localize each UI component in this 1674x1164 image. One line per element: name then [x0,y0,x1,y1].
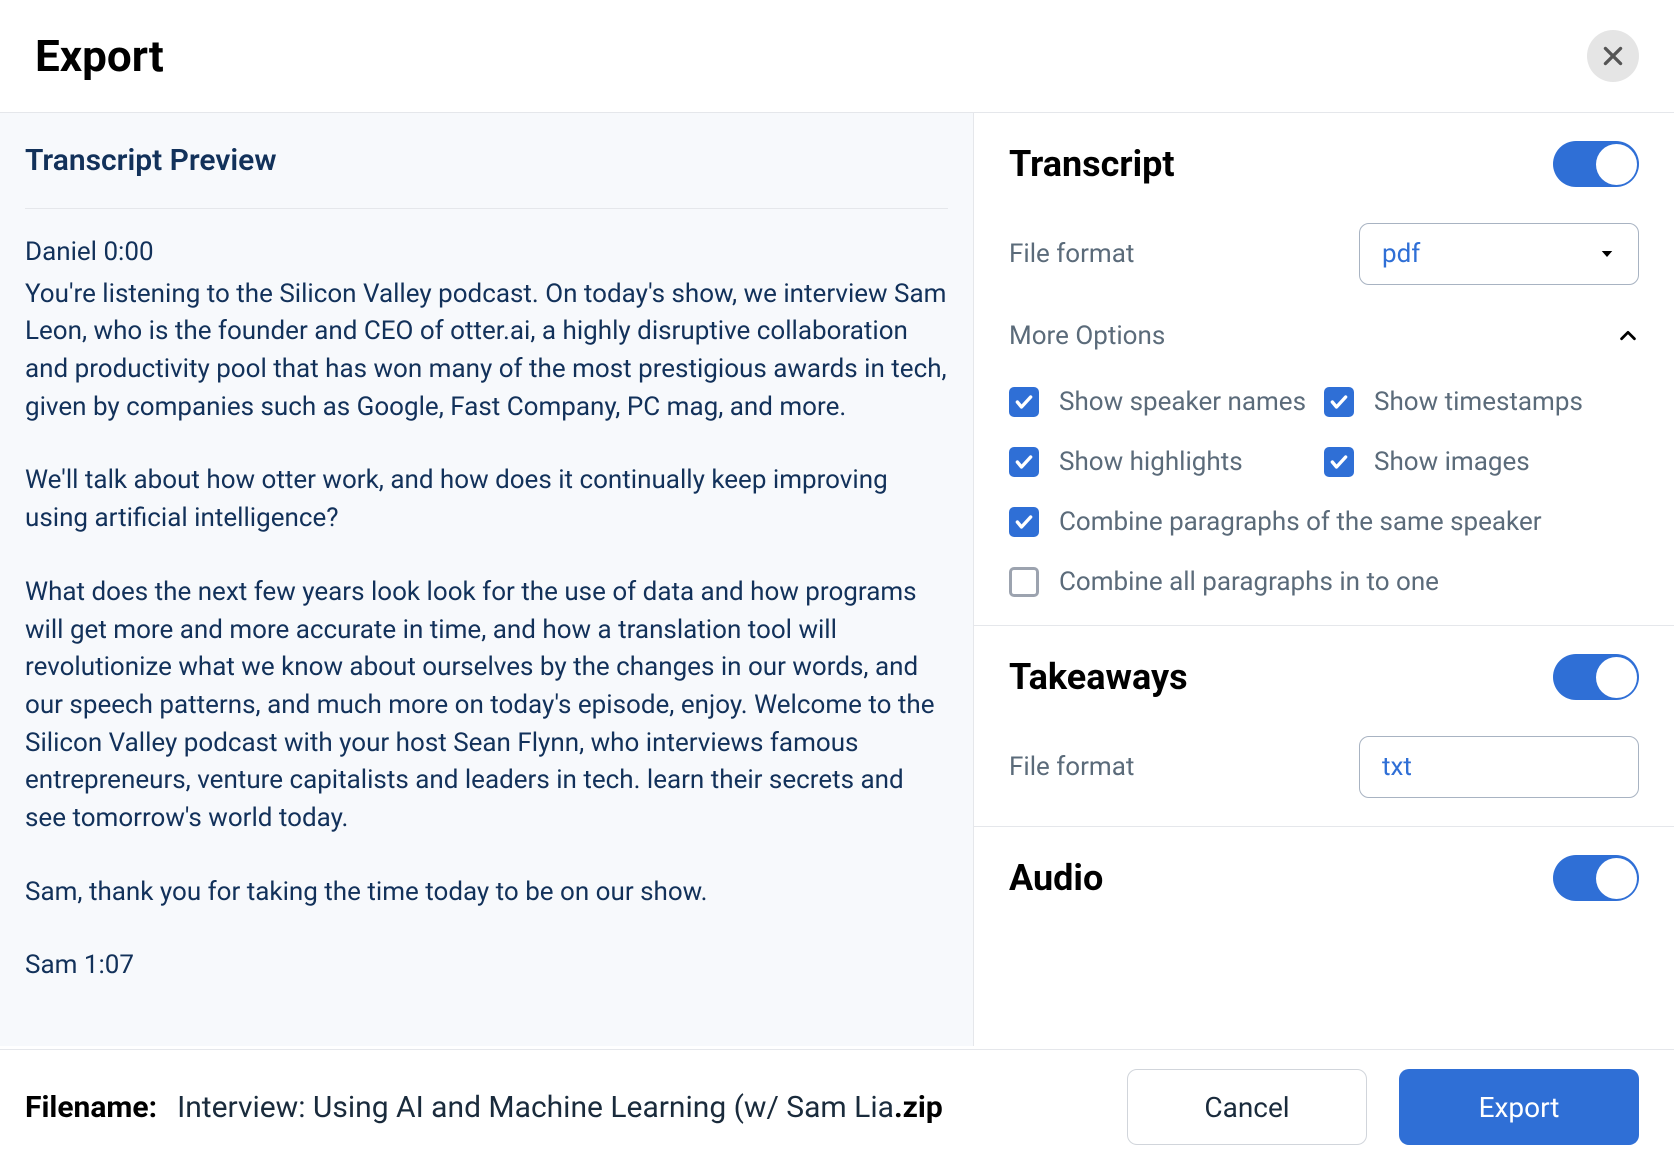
file-format-row: File format txt [1009,736,1639,798]
filename-group: Filename: Interview: Using AI and Machin… [25,1090,943,1125]
option-show-images[interactable]: Show images [1324,447,1639,477]
select-value: txt [1382,752,1412,782]
more-options-toggle[interactable]: More Options [1009,321,1639,351]
audio-section: Audio [974,827,1674,929]
checkbox-label: Show speaker names [1059,387,1306,417]
footer-buttons: Cancel Export [1127,1069,1639,1145]
preview-title: Transcript Preview [25,143,948,209]
chevron-up-icon [1617,325,1639,347]
dialog-content: Transcript Preview Daniel 0:00 You're li… [0,113,1674,1046]
transcript-section-title: Transcript [1009,143,1175,185]
checkbox-checked-icon [1324,387,1354,417]
select-value: pdf [1382,239,1420,269]
close-button[interactable] [1587,30,1639,82]
option-show-speaker-names[interactable]: Show speaker names [1009,387,1324,417]
checkbox-label: Show highlights [1059,447,1243,477]
checkbox-label: Combine all paragraphs in to one [1059,567,1439,597]
dialog-header: Export [0,0,1674,113]
takeaways-file-format-select[interactable]: txt [1359,736,1639,798]
caret-down-icon [1598,245,1616,263]
checkbox-checked-icon [1009,387,1039,417]
filename-input[interactable]: Interview: Using AI and Machine Learning… [177,1090,943,1125]
option-show-timestamps[interactable]: Show timestamps [1324,387,1639,417]
takeaways-section-title: Takeaways [1009,656,1188,698]
takeaways-toggle[interactable] [1553,654,1639,700]
takeaways-section: Takeaways File format txt [974,626,1674,827]
checkbox-label: Show images [1374,447,1530,477]
more-options-label: More Options [1009,321,1165,351]
filename-label: Filename: [25,1090,157,1125]
speaker-timestamp: Daniel 0:00 [25,234,948,272]
transcript-body: Daniel 0:00 You're listening to the Sili… [25,234,948,985]
section-header: Transcript [1009,141,1639,187]
export-options-panel: Transcript File format pdf More Options [974,113,1674,1046]
option-show-highlights[interactable]: Show highlights [1009,447,1324,477]
checkbox-label: Show timestamps [1374,387,1583,417]
checkbox-unchecked-icon [1009,567,1039,597]
dialog-footer: Filename: Interview: Using AI and Machin… [0,1049,1674,1164]
close-icon [1600,43,1626,69]
dialog-title: Export [35,30,164,82]
filename-extension: .zip [894,1090,943,1125]
checkbox-label: Combine paragraphs of the same speaker [1059,507,1542,537]
checkbox-checked-icon [1009,447,1039,477]
transcript-file-format-select[interactable]: pdf [1359,223,1639,285]
transcript-section: Transcript File format pdf More Options [974,113,1674,626]
export-button[interactable]: Export [1399,1069,1639,1145]
audio-section-title: Audio [1009,857,1103,899]
option-combine-all[interactable]: Combine all paragraphs in to one [1009,567,1639,597]
options-grid: Show speaker names Show timestamps Show … [1009,387,1639,597]
audio-toggle[interactable] [1553,855,1639,901]
file-format-label: File format [1009,752,1134,782]
filename-value: Interview: Using AI and Machine Learning… [177,1090,894,1125]
checkbox-checked-icon [1009,507,1039,537]
section-header: Audio [1009,855,1639,901]
file-format-row: File format pdf [1009,223,1639,285]
transcript-preview-panel: Transcript Preview Daniel 0:00 You're li… [0,113,974,1046]
transcript-paragraph: We'll talk about how otter work, and how… [25,462,948,537]
section-header: Takeaways [1009,654,1639,700]
cancel-button[interactable]: Cancel [1127,1069,1367,1145]
transcript-paragraph: Sam, thank you for taking the time today… [25,874,948,912]
speaker-timestamp: Sam 1:07 [25,947,948,985]
transcript-paragraph: What does the next few years look look f… [25,574,948,838]
option-combine-same-speaker[interactable]: Combine paragraphs of the same speaker [1009,507,1639,537]
transcript-paragraph: You're listening to the Silicon Valley p… [25,276,948,427]
checkbox-checked-icon [1324,447,1354,477]
file-format-label: File format [1009,239,1134,269]
transcript-toggle[interactable] [1553,141,1639,187]
